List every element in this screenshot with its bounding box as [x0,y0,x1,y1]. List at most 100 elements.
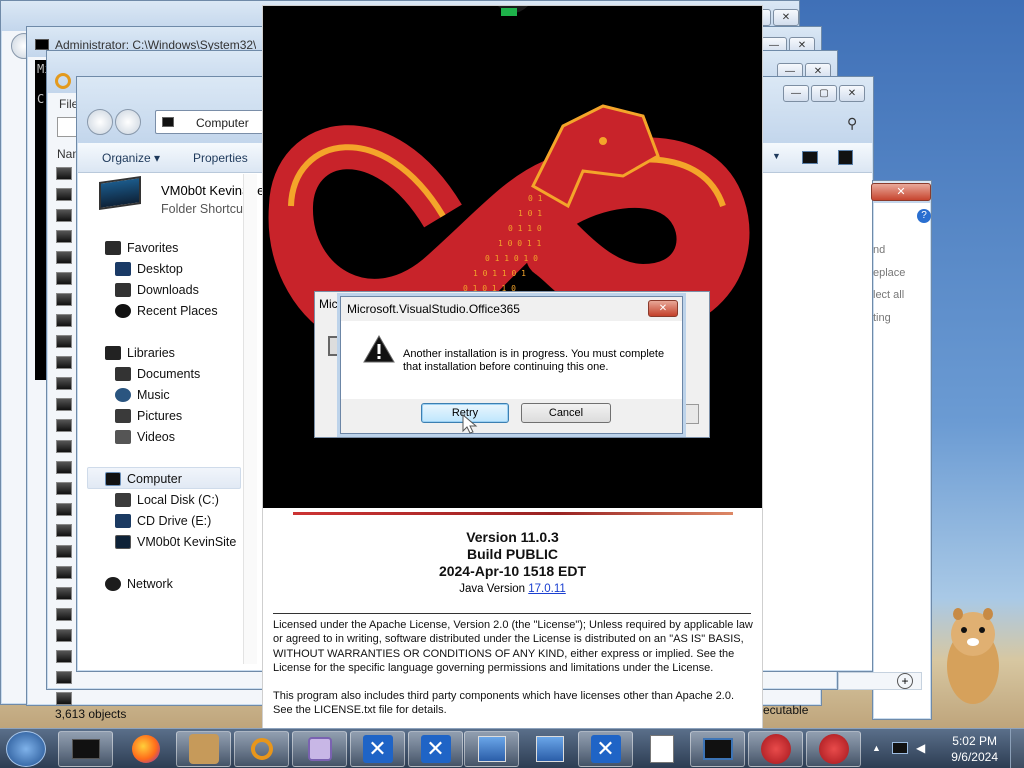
java-version-link[interactable]: 17.0.11 [528,583,566,595]
file-list-item-icon[interactable] [56,608,72,621]
x-close-icon: ✕ [420,735,451,763]
taskbar-firefox[interactable] [118,731,173,767]
nav-music[interactable]: Music [115,384,170,405]
nav-scrollbar[interactable] [243,174,257,664]
taskbar-black-box-app[interactable] [58,731,113,767]
installer-button-edge[interactable] [683,404,699,424]
file-list-item-icon[interactable] [56,503,72,516]
minimize-button[interactable]: — [783,85,809,102]
file-list-item-icon[interactable] [56,419,72,432]
help-icon[interactable] [838,150,853,165]
nav-pictures[interactable]: Pictures [115,405,182,426]
system-clock[interactable]: 5:02 PM 9/6/2024 [951,733,998,765]
zoom-slider[interactable]: + [838,672,922,690]
nav-favorites[interactable]: Favorites [105,237,178,258]
nav-cd-drive[interactable]: CD Drive (E:) [115,510,211,531]
document-icon [649,735,674,763]
file-list-item-icon[interactable] [56,293,72,306]
breadcrumb-computer[interactable]: Computer [196,116,249,130]
nav-downloads[interactable]: Downloads [115,279,199,300]
file-list-item-icon[interactable] [56,272,72,285]
file-list-item-icon[interactable] [56,377,72,390]
close-button[interactable]: ✕ [773,9,799,26]
network-tray-icon[interactable] [892,742,908,754]
right-item-4[interactable]: ting [873,307,905,330]
right-item-2[interactable]: eplace [873,262,905,285]
nav-desktop[interactable]: Desktop [115,258,183,279]
separator [273,613,751,614]
file-list-item-icon[interactable] [56,314,72,327]
file-list-item-icon[interactable] [56,440,72,453]
start-button[interactable] [6,731,46,767]
tray-expand-icon[interactable]: ▲ [872,743,881,753]
views-dropdown-icon[interactable]: ▼ [772,151,781,161]
close-button[interactable]: ✕ [871,183,931,201]
x-close-icon: ✕ [362,735,393,763]
error-dialog[interactable]: Microsoft.VisualStudio.Office365 ✕ Anoth… [340,296,683,434]
nav-network[interactable]: Network [105,573,173,594]
taskbar-monitor-app[interactable] [690,731,745,767]
right-partial-window[interactable]: ✕ ? nd eplace lect all ting [871,180,932,720]
nav-local-disk[interactable]: Local Disk (C:) [115,489,219,510]
status-right-text: ecutable [763,703,809,717]
file-list-item-icon[interactable] [56,566,72,579]
organize-button[interactable]: Organize ▾ [102,151,160,165]
taskbar-window-app[interactable] [292,731,347,767]
search-icon[interactable]: ⚲ [847,115,857,132]
file-list-item-icon[interactable] [56,461,72,474]
help-icon[interactable]: ? [917,209,931,223]
taskbar-dragon-app-2[interactable] [806,731,861,767]
file-list-item-icon[interactable] [56,692,72,705]
zoom-in-icon[interactable]: + [897,673,913,689]
file-list-item-icon[interactable] [56,251,72,264]
file-list-item-icon[interactable] [56,209,72,222]
taskbar-network-setup-2[interactable] [522,731,577,767]
file-list-item-icon[interactable] [56,587,72,600]
nav-label: Network [127,576,173,591]
file-list-item-icon[interactable] [56,671,72,684]
svg-text:0 1: 0 1 [528,194,543,203]
forward-button[interactable] [115,109,141,135]
file-list-item-icon[interactable] [56,650,72,663]
file-list-item-icon[interactable] [56,167,72,180]
file-list-item-icon[interactable] [56,545,72,558]
preview-pane-icon[interactable] [802,151,818,164]
taskbar-x-app-2[interactable]: ✕ [408,731,463,767]
taskbar-x-app-3[interactable]: ✕ [578,731,633,767]
show-desktop-button[interactable] [1010,729,1024,768]
file-list-item-icon[interactable] [56,188,72,201]
file-list-item-icon[interactable] [56,482,72,495]
right-item-1[interactable]: nd [873,239,905,262]
dialog-close-button[interactable]: ✕ [648,300,678,317]
right-item-3[interactable]: lect all [873,284,905,307]
taskbar-search-tool[interactable] [234,731,289,767]
volume-tray-icon[interactable]: ◀ [916,741,930,755]
taskbar-box-app[interactable] [176,731,231,767]
nav-documents[interactable]: Documents [115,363,200,384]
properties-button[interactable]: Properties [193,151,248,165]
nav-videos[interactable]: Videos [115,426,175,447]
nav-libraries[interactable]: Libraries [105,342,175,363]
taskbar-dragon-app-1[interactable] [748,731,803,767]
file-list-item-icon[interactable] [56,398,72,411]
input-box[interactable] [57,117,77,137]
file-list-item-icon[interactable] [56,230,72,243]
nav-computer[interactable]: Computer [105,468,182,489]
nav-recent-places[interactable]: Recent Places [115,300,218,321]
file-list-item-icon[interactable] [56,335,72,348]
taskbar-x-app-1[interactable]: ✕ [350,731,405,767]
taskbar-document-app[interactable] [634,731,689,767]
close-button[interactable]: ✕ [839,85,865,102]
file-list-item-icon[interactable] [56,524,72,537]
maximize-button[interactable]: ▢ [811,85,837,102]
taskbar-network-setup-1[interactable] [464,731,519,767]
cmd-icon [35,39,49,50]
file-list-item-icon[interactable] [56,356,72,369]
nav-label: Downloads [137,282,199,297]
file-list-item-icon[interactable] [56,629,72,642]
nav-vm-site[interactable]: VM0b0t KevinSite [115,531,236,552]
back-button[interactable] [87,109,113,135]
nav-label: Music [137,387,170,402]
pictures-icon [115,408,131,423]
cancel-button[interactable]: Cancel [521,403,611,423]
